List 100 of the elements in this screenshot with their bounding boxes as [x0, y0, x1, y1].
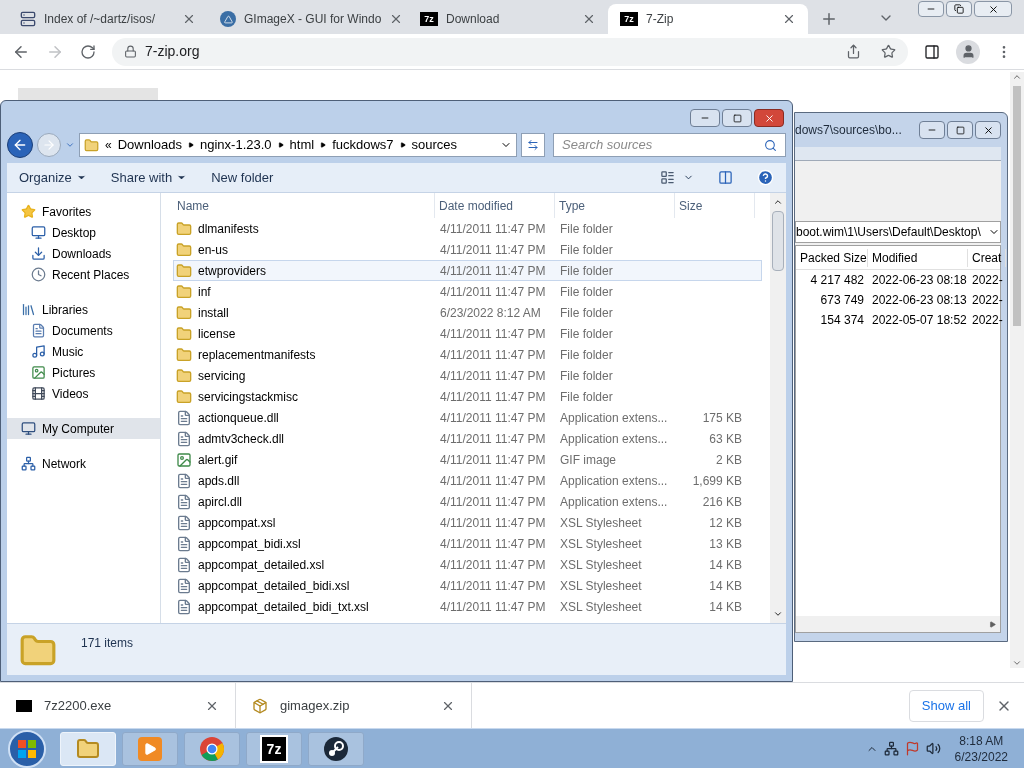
- maximize-button[interactable]: [722, 109, 752, 127]
- refresh-button[interactable]: [521, 133, 545, 157]
- restore-button[interactable]: [946, 1, 972, 17]
- close-icon[interactable]: [582, 12, 596, 26]
- show-all-button[interactable]: Show all: [908, 689, 984, 722]
- address-bar[interactable]: 7-zip.org: [112, 37, 908, 66]
- nav-item[interactable]: Favorites: [7, 201, 160, 222]
- new-tab-icon[interactable]: [820, 10, 838, 28]
- volume-icon[interactable]: [925, 741, 941, 756]
- scroll-right-icon[interactable]: [989, 620, 996, 628]
- file-row[interactable]: servicingstackmisc 4/11/2011 11:47 PM File folder: [173, 386, 762, 407]
- file-row[interactable]: apds.dll 4/11/2011 11:47 PM Application extens... 1,699 KB: [173, 470, 762, 491]
- file-name: appcompat_detailed_bidi.xsl: [198, 577, 350, 595]
- column-header[interactable]: Creat: [968, 248, 1007, 267]
- share-icon[interactable]: [846, 44, 861, 59]
- breadcrumb-item[interactable]: sources: [411, 135, 458, 155]
- breadcrumb-item[interactable]: fuckdows7: [332, 135, 394, 155]
- nav-item[interactable]: My Computer: [7, 418, 160, 439]
- scroll-up-icon[interactable]: [1012, 72, 1022, 82]
- close-button[interactable]: [974, 1, 1012, 17]
- minimize-button[interactable]: [690, 109, 720, 127]
- breadcrumb-item[interactable]: html: [289, 135, 315, 155]
- table-cell-text: 2022-05-07 18:52: [871, 312, 968, 329]
- scroll-down-icon[interactable]: [773, 609, 783, 619]
- toolbar-button[interactable]: Organize: [19, 167, 87, 188]
- file-row[interactable]: license 4/11/2011 11:47 PM File folder: [173, 323, 762, 344]
- browser-tab[interactable]: 7z Download: [408, 4, 608, 34]
- file-row[interactable]: appcompat_detailed.xsl 4/11/2011 11:47 PM XSL Stylesheet 14 KB: [173, 554, 762, 575]
- maximize-button[interactable]: [947, 121, 973, 139]
- nav-item[interactable]: Pictures: [7, 362, 160, 383]
- network-icon[interactable]: [883, 741, 899, 756]
- nav-item[interactable]: Music: [7, 341, 160, 362]
- file-row[interactable]: inf 4/11/2011 11:47 PM File folder: [173, 281, 762, 302]
- file-row[interactable]: install 6/23/2022 8:12 AM File folder: [173, 302, 762, 323]
- breadcrumb-item[interactable]: Downloads: [117, 135, 182, 155]
- file-row[interactable]: actionqueue.dll 4/11/2011 11:47 PM Application extens... 175 KB: [173, 407, 762, 428]
- toolbar-button[interactable]: Share with: [110, 167, 188, 188]
- file-row[interactable]: appcompat_bidi.xsl 4/11/2011 11:47 PM XSL Stylesheet 13 KB: [173, 533, 762, 554]
- download-item[interactable]: 7z2200.exe: [44, 695, 193, 716]
- close-button[interactable]: [754, 109, 784, 127]
- reload-icon[interactable]: [80, 43, 96, 60]
- side-panel-icon[interactable]: [924, 43, 940, 60]
- close-button[interactable]: [975, 121, 1001, 139]
- scroll-thumb[interactable]: [1013, 86, 1021, 326]
- start-button[interactable]: [8, 729, 46, 768]
- file-row[interactable]: appcompat_detailed_bidi_txt.xsl 4/11/2011 11:47 PM XSL Stylesheet 14 KB: [173, 596, 762, 617]
- column-header[interactable]: Modified: [868, 248, 968, 267]
- search-field[interactable]: Search sources: [553, 133, 786, 157]
- file-row[interactable]: servicing 4/11/2011 11:47 PM File folder: [173, 365, 762, 386]
- column-header[interactable]: Size: [675, 193, 755, 218]
- preview-pane-icon[interactable]: [718, 170, 733, 185]
- file-name: actionqueue.dll: [198, 409, 279, 427]
- scroll-down-icon[interactable]: [1012, 658, 1022, 668]
- separator-icon[interactable]: [188, 142, 194, 148]
- file-row[interactable]: admtv3check.dll 4/11/2011 11:47 PM Application extens... 63 KB: [173, 428, 762, 449]
- minimize-button[interactable]: [919, 121, 945, 139]
- profile-icon[interactable]: [956, 39, 980, 64]
- browser-tab[interactable]: Index of /~dartz/isos/: [8, 4, 208, 34]
- file-name: appcompat.xsl: [198, 514, 276, 532]
- close-icon[interactable]: [182, 12, 196, 26]
- column-header[interactable]: Type: [555, 193, 675, 218]
- nav-item[interactable]: Downloads: [7, 243, 160, 264]
- file-row[interactable]: alert.gif 4/11/2011 11:47 PM GIF image 2 KB: [173, 449, 762, 470]
- download-item[interactable]: gimagex.zip: [280, 695, 429, 716]
- separator-icon[interactable]: [399, 142, 406, 148]
- nav-item[interactable]: Desktop: [7, 222, 160, 243]
- close-icon[interactable]: [782, 12, 796, 26]
- file-row[interactable]: en-us 4/11/2011 11:47 PM File folder: [173, 239, 762, 260]
- column-header[interactable]: Packed Size: [796, 248, 868, 267]
- scroll-up-icon[interactable]: [773, 197, 783, 207]
- browser-tab[interactable]: GImageX - GUI for Windo: [208, 4, 408, 34]
- clock-date: 6/23/2022: [954, 748, 1008, 765]
- nav-item[interactable]: Videos: [7, 383, 160, 404]
- nav-item[interactable]: Recent Places: [7, 264, 160, 285]
- breadcrumb-item[interactable]: nginx-1.23.0: [200, 135, 272, 155]
- nav-item[interactable]: Network: [7, 453, 160, 474]
- path-field[interactable]: boot.wim\1\Users\Default\Desktop\: [795, 221, 1001, 243]
- toolbar-button[interactable]: New folder: [211, 167, 274, 188]
- nav-item[interactable]: Documents: [7, 320, 160, 341]
- separator-icon[interactable]: [277, 142, 284, 148]
- file-row[interactable]: replacementmanifests 4/11/2011 11:47 PM File folder: [173, 344, 762, 365]
- file-row[interactable]: appcompat_detailed_bidi.xsl 4/11/2011 11:47 PM XSL Stylesheet 14 KB: [173, 575, 762, 596]
- bookmark-icon[interactable]: [881, 44, 896, 59]
- browser-tab[interactable]: 7z 7-Zip: [608, 4, 808, 34]
- taskbar-button[interactable]: [308, 731, 364, 766]
- file-row[interactable]: dlmanifests 4/11/2011 11:47 PM File folder: [173, 218, 762, 239]
- taskbar-button[interactable]: 7z: [246, 731, 302, 766]
- back-button[interactable]: [7, 132, 33, 158]
- separator-icon[interactable]: [320, 142, 327, 148]
- nav-item[interactable]: Libraries: [7, 299, 160, 320]
- column-header[interactable]: Name: [173, 193, 435, 218]
- help-icon[interactable]: [757, 169, 774, 186]
- view-icon[interactable]: [660, 170, 675, 185]
- file-row[interactable]: etwproviders 4/11/2011 11:47 PM File folder: [173, 260, 762, 281]
- breadcrumb-bar[interactable]: « Downloads nginx-1.23.0 html fuckdows7 sources: [79, 133, 517, 157]
- file-row[interactable]: appcompat.xsl 4/11/2011 11:47 PM XSL Stylesheet 12 KB: [173, 512, 762, 533]
- overflow-chevron[interactable]: «: [105, 136, 112, 154]
- file-row[interactable]: apircl.dll 4/11/2011 11:47 PM Application extens... 216 KB: [173, 491, 762, 512]
- scroll-thumb[interactable]: [772, 211, 784, 271]
- column-header[interactable]: Date modified: [435, 193, 555, 218]
